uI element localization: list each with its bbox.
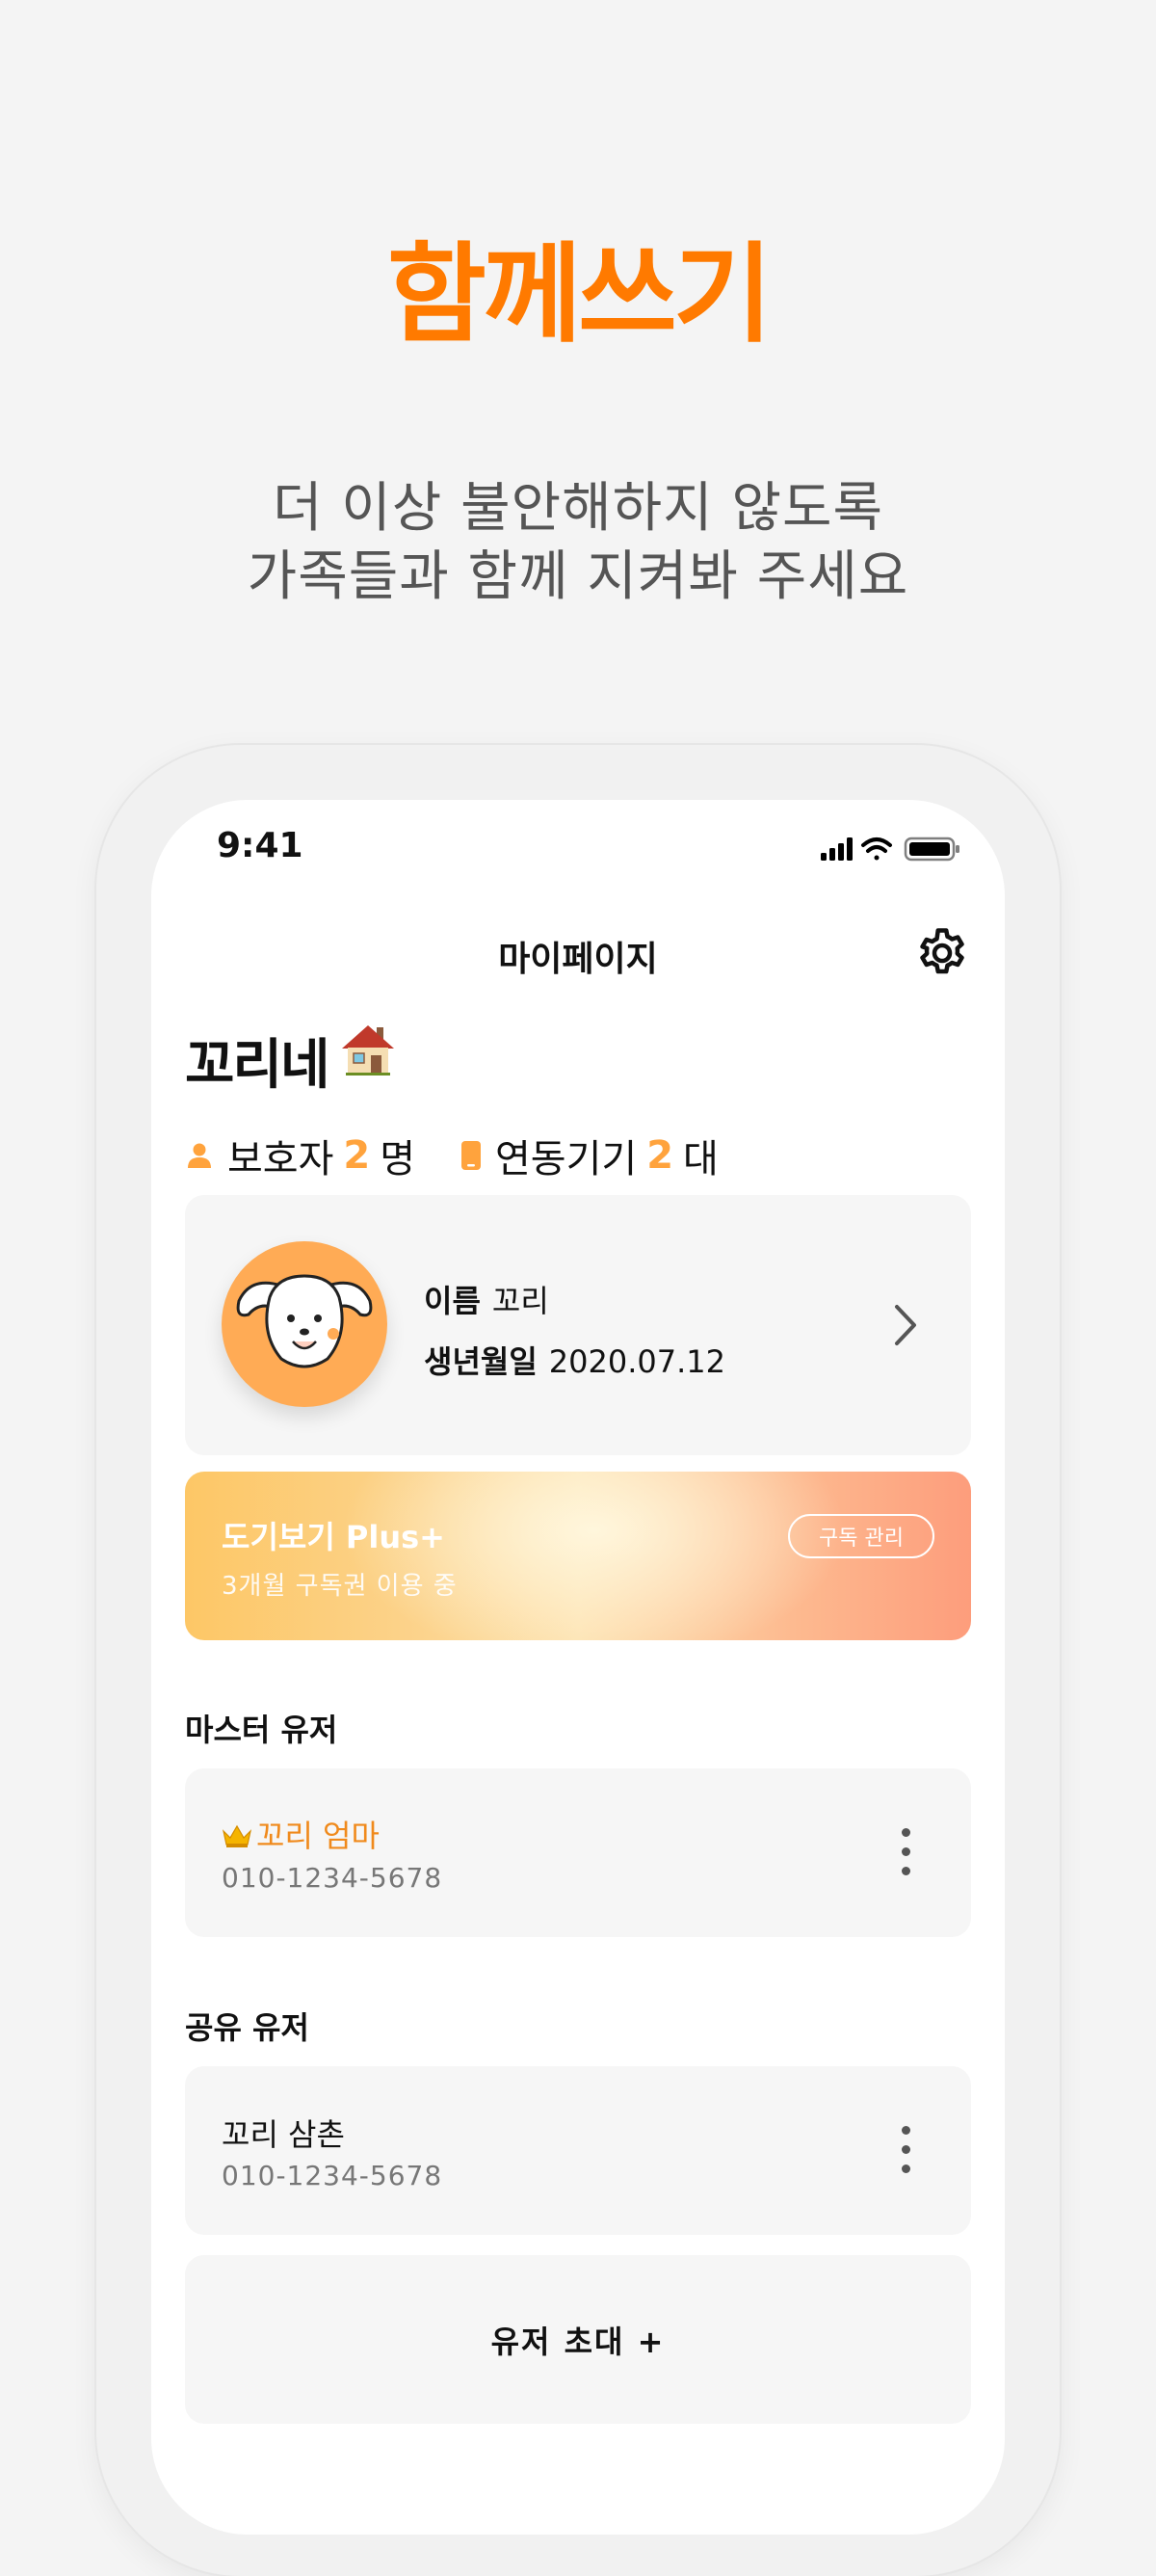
- hero-title: 함께쓰기: [386, 232, 773, 358]
- status-icons: [821, 837, 959, 862]
- pet-name-value: 꼬리: [491, 1283, 549, 1319]
- person-icon: [188, 1143, 211, 1168]
- battery-icon: [904, 837, 959, 862]
- phone-device-icon: [461, 1141, 481, 1170]
- pet-birth-value: 2020.07.12: [548, 1343, 725, 1380]
- pet-avatar: [222, 1241, 387, 1407]
- shared-user-name: 꼬리 삼촌: [222, 2116, 345, 2153]
- invite-user-label: 유저 초대 +: [490, 2324, 666, 2360]
- hero-subtitle-line2: 가족들과 함께 지켜봐 주세요: [247, 545, 909, 608]
- home-name: 꼬리네: [185, 1034, 330, 1097]
- subscription-desc: 3개월 구독권 이용 중: [222, 1572, 458, 1601]
- pet-birth-line: 생년월일 2020.07.12: [424, 1338, 725, 1382]
- master-user-section-title: 마스터 유저: [185, 1712, 338, 1748]
- device-count-row: 연동기기 2 대: [460, 1128, 719, 1183]
- shared-user-more-icon[interactable]: [898, 2126, 913, 2178]
- chevron-right-icon[interactable]: [891, 1301, 920, 1349]
- guardian-unit: 명: [380, 1137, 416, 1182]
- manage-subscription-button[interactable]: 구독 관리: [788, 1514, 934, 1558]
- page-title: 마이페이지: [498, 940, 658, 979]
- guardian-count-row: 보호자 2 명: [185, 1128, 415, 1183]
- master-user-name: 꼬리 엄마: [256, 1818, 380, 1854]
- crown-icon: [222, 1824, 252, 1847]
- gear-icon[interactable]: [913, 924, 971, 982]
- house-icon: [342, 1025, 394, 1076]
- dog-face-icon: [236, 1274, 373, 1368]
- subscription-title: 도기보기 Plus+: [222, 1519, 445, 1555]
- status-time: 9:41: [217, 826, 303, 865]
- signal-icon: [821, 837, 853, 861]
- shared-user-section-title: 공유 유저: [185, 2009, 309, 2046]
- shared-user-phone: 010-1234-5678: [222, 2160, 443, 2191]
- device-unit: 대: [683, 1137, 719, 1182]
- wifi-icon: [861, 837, 892, 861]
- master-user-phone: 010-1234-5678: [222, 1862, 443, 1894]
- guardian-label: 보호자: [227, 1137, 334, 1182]
- device-label: 연동기기: [495, 1137, 638, 1182]
- master-user-more-icon[interactable]: [898, 1828, 913, 1880]
- hero-subtitle-line1: 더 이상 불안해하지 않도록: [272, 477, 884, 540]
- pet-name-label: 이름: [424, 1283, 481, 1319]
- pet-name-line: 이름 꼬리: [424, 1277, 549, 1321]
- master-user-name-line: 꼬리 엄마: [222, 1812, 380, 1856]
- guardian-count: 2: [343, 1133, 371, 1178]
- pet-birth-label: 생년월일: [424, 1343, 538, 1380]
- device-count: 2: [646, 1133, 674, 1178]
